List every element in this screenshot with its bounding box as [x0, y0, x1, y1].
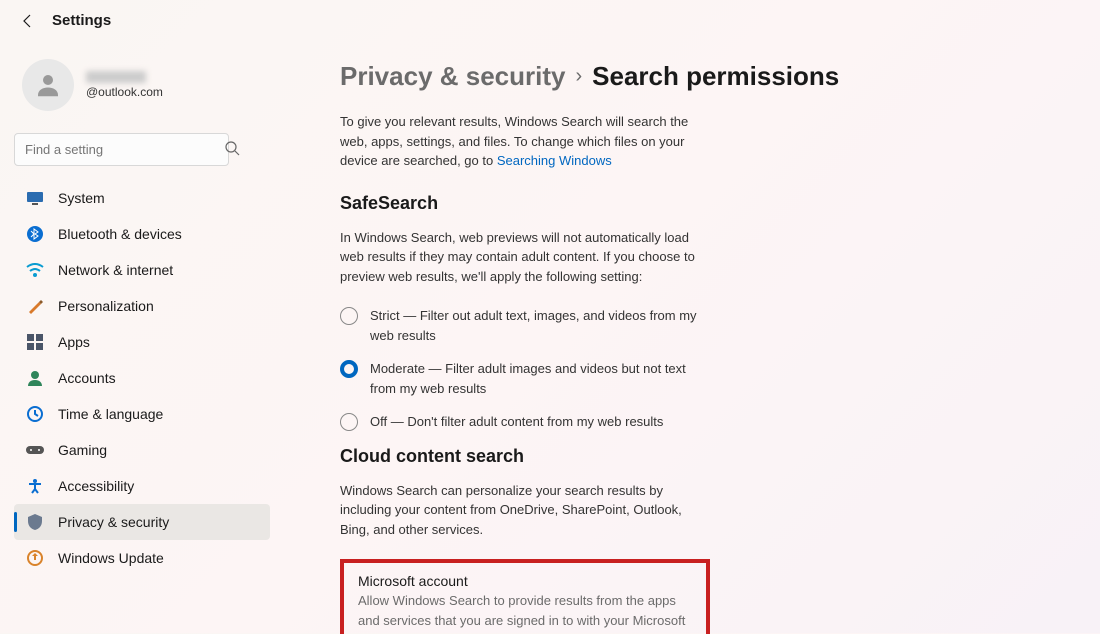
- sidebar-item-label: Network & internet: [58, 262, 173, 278]
- search-icon: [224, 140, 240, 156]
- sidebar-item-privacy[interactable]: Privacy & security: [14, 504, 270, 540]
- sidebar-item-label: Accounts: [58, 370, 116, 386]
- profile-name-redacted: [86, 71, 146, 83]
- sidebar-item-network[interactable]: Network & internet: [14, 252, 270, 288]
- sidebar-item-accounts[interactable]: Accounts: [14, 360, 270, 396]
- radio-button[interactable]: [340, 413, 358, 431]
- avatar: [22, 59, 74, 111]
- apps-icon: [26, 333, 44, 351]
- searching-windows-link[interactable]: Searching Windows: [497, 153, 612, 168]
- sidebar-item-time[interactable]: Time & language: [14, 396, 270, 432]
- sidebar-item-label: Time & language: [58, 406, 163, 422]
- radio-button[interactable]: [340, 360, 358, 378]
- toggle-desc: Allow Windows Search to provide results …: [358, 591, 692, 634]
- privacy-icon: [26, 513, 44, 531]
- update-icon: [26, 549, 44, 567]
- system-icon: [26, 189, 44, 207]
- accessibility-icon: [26, 477, 44, 495]
- gaming-icon: [26, 441, 44, 459]
- app-title: Settings: [52, 12, 111, 29]
- radio-label: Off — Don't filter adult content from my…: [370, 412, 663, 432]
- profile-block[interactable]: @outlook.com: [14, 51, 270, 119]
- toggle-title: Microsoft account: [358, 573, 692, 589]
- sidebar-item-label: Accessibility: [58, 478, 134, 494]
- radio-label: Moderate — Filter adult images and video…: [370, 359, 700, 398]
- chevron-right-icon: ›: [575, 65, 582, 88]
- sidebar: @outlook.com System Bluetooth & devices Ne…: [0, 41, 280, 634]
- sidebar-item-label: Bluetooth & devices: [58, 226, 182, 242]
- sidebar-item-update[interactable]: Windows Update: [14, 540, 270, 576]
- safesearch-option-2[interactable]: Off — Don't filter adult content from my…: [340, 412, 700, 432]
- main-content: Privacy & security › Search permissions …: [280, 41, 1100, 634]
- radio-button[interactable]: [340, 307, 358, 325]
- time-icon: [26, 405, 44, 423]
- profile-email: @outlook.com: [86, 85, 163, 99]
- safesearch-heading: SafeSearch: [340, 193, 1060, 214]
- sidebar-item-bluetooth[interactable]: Bluetooth & devices: [14, 216, 270, 252]
- sidebar-item-label: Personalization: [58, 298, 154, 314]
- sidebar-item-apps[interactable]: Apps: [14, 324, 270, 360]
- sidebar-item-label: Gaming: [58, 442, 107, 458]
- network-icon: [26, 261, 44, 279]
- breadcrumb-current: Search permissions: [592, 61, 839, 92]
- sidebar-item-label: System: [58, 190, 105, 206]
- personalization-icon: [26, 297, 44, 315]
- bluetooth-icon: [26, 225, 44, 243]
- cloud-item-0: Microsoft account Allow Windows Search to…: [340, 559, 710, 634]
- safesearch-desc: In Windows Search, web previews will not…: [340, 228, 700, 287]
- cloud-heading: Cloud content search: [340, 446, 1060, 467]
- breadcrumb-parent[interactable]: Privacy & security: [340, 61, 565, 92]
- safesearch-option-1[interactable]: Moderate — Filter adult images and video…: [340, 359, 700, 398]
- breadcrumb: Privacy & security › Search permissions: [340, 61, 1060, 92]
- back-button[interactable]: [20, 13, 36, 29]
- safesearch-option-0[interactable]: Strict — Filter out adult text, images, …: [340, 306, 700, 345]
- sidebar-item-gaming[interactable]: Gaming: [14, 432, 270, 468]
- cloud-desc: Windows Search can personalize your sear…: [340, 481, 700, 540]
- sidebar-item-label: Apps: [58, 334, 90, 350]
- sidebar-item-accessibility[interactable]: Accessibility: [14, 468, 270, 504]
- sidebar-item-system[interactable]: System: [14, 180, 270, 216]
- intro-text: To give you relevant results, Windows Se…: [340, 112, 700, 171]
- sidebar-item-personalization[interactable]: Personalization: [14, 288, 270, 324]
- sidebar-item-label: Windows Update: [58, 550, 164, 566]
- accounts-icon: [26, 369, 44, 387]
- search-input[interactable]: [14, 133, 229, 166]
- radio-label: Strict — Filter out adult text, images, …: [370, 306, 700, 345]
- sidebar-item-label: Privacy & security: [58, 514, 169, 530]
